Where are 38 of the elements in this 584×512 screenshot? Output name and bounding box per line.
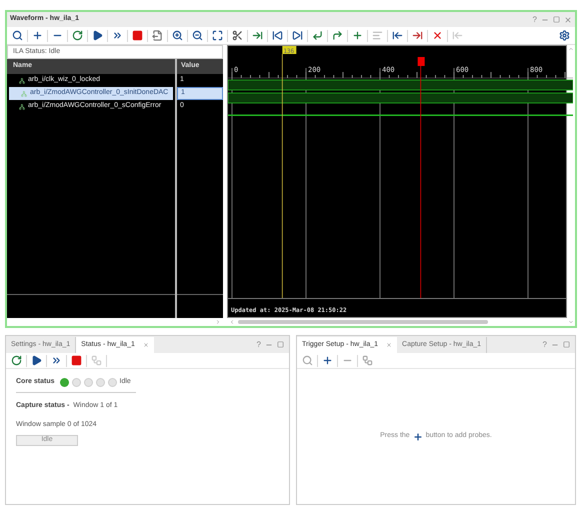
zoom-out-icon[interactable] [192,30,203,41]
signal-icon [19,104,25,110]
next-marker-icon[interactable] [412,30,423,41]
help-button[interactable]: ? [542,338,547,350]
refresh-icon[interactable] [11,355,22,366]
double-chevron-icon[interactable] [112,30,123,41]
previous-edge-icon[interactable] [312,30,323,41]
close-icon[interactable] [386,342,392,348]
stop-icon[interactable] [71,355,82,366]
skip-back-icon[interactable] [272,30,283,41]
double-chevron-icon[interactable] [51,355,62,366]
settings-icon[interactable] [559,30,570,41]
cut-icon[interactable] [232,30,243,41]
plus-icon[interactable] [32,30,43,41]
help-button[interactable]: ? [532,14,537,26]
close-icon[interactable] [142,342,149,348]
skip-forward-icon[interactable] [292,30,303,41]
signal-icon [19,78,25,84]
zoom-in-icon[interactable] [172,30,183,41]
signal-icon [21,90,27,96]
plus-icon[interactable] [322,355,333,366]
fit-icon[interactable] [212,30,223,41]
previous-marker-icon[interactable] [392,30,403,41]
stop-icon[interactable] [132,30,143,41]
delete-icon[interactable] [432,30,443,41]
help-button[interactable]: ? [256,338,261,350]
search-icon[interactable] [12,30,23,41]
play-icon[interactable] [92,30,103,41]
trigger-marker[interactable] [418,57,425,66]
close-icon[interactable] [564,16,572,24]
refresh-icon[interactable] [72,30,83,41]
next-edge-icon[interactable] [332,30,343,41]
horizontal-scrollbar[interactable] [238,320,488,324]
add-marker-icon[interactable] [352,30,363,41]
play-icon[interactable] [31,355,42,366]
export-icon[interactable] [152,30,163,41]
marker-icon[interactable] [252,30,263,41]
plus-icon [412,432,423,442]
